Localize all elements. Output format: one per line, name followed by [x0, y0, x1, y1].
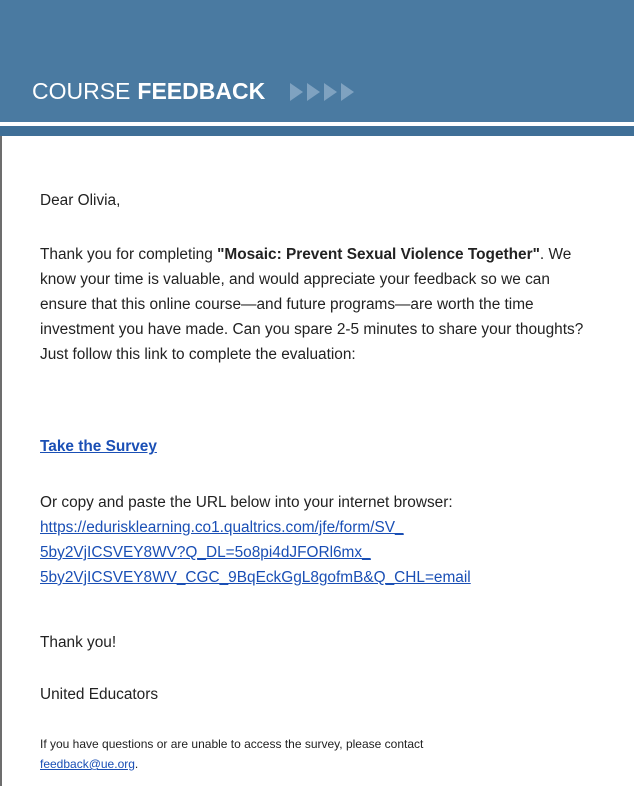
help-note: If you have questions or are unable to a… — [40, 734, 600, 774]
greeting: Dear Olivia, — [40, 192, 121, 209]
take-survey-link[interactable]: Take the Survey — [40, 438, 157, 455]
survey-link-row: Take the Survey — [40, 434, 600, 459]
help-end: . — [134, 757, 139, 771]
chevron-right-icon — [290, 82, 304, 101]
header-underline-bar — [0, 126, 634, 136]
header-title: COURSE FEEDBACK — [32, 78, 355, 105]
chevron-right-icon — [307, 82, 321, 101]
signature: United Educators — [40, 686, 159, 703]
header-title-bold: FEEDBACK — [137, 78, 266, 104]
survey-url-line-1[interactable]: https://edurisklearning.co1.qualtrics.co… — [40, 515, 600, 540]
chevron-right-icon — [341, 82, 355, 101]
help-text: If you have questions or are unable to a… — [40, 737, 424, 751]
copy-instruction: Or copy and paste the URL below into you… — [40, 494, 453, 511]
header-banner: COURSE FEEDBACK — [0, 0, 634, 122]
chevron-right-icon — [324, 82, 338, 101]
content-left-border — [0, 136, 2, 786]
intro-text-before: Thank you for completing — [40, 246, 218, 263]
intro-paragraph: Thank you for completing "Mosaic: Preven… — [40, 242, 590, 367]
survey-url-line-2[interactable]: 5by2VjICSVEY8WV?Q_DL=5o8pi4dJFORl6mx_ — [40, 540, 600, 565]
header-arrows — [290, 82, 355, 101]
header-title-light: COURSE — [32, 78, 131, 104]
intro-text-after: . We know your time is valuable, and wou… — [40, 246, 584, 363]
thanks-text: Thank you! — [40, 634, 117, 651]
survey-url: https://edurisklearning.co1.qualtrics.co… — [40, 515, 600, 590]
email-body: COURSE FEEDBACK Dear Olivia, Thank you f… — [0, 0, 634, 786]
course-name: "Mosaic: Prevent Sexual Violence Togethe… — [217, 246, 540, 263]
survey-url-line-3[interactable]: 5by2VjICSVEY8WV_CGC_9BqEckGgL8gofmB&Q_CH… — [40, 565, 600, 590]
help-email-link[interactable]: feedback@ue.org — [40, 757, 135, 771]
